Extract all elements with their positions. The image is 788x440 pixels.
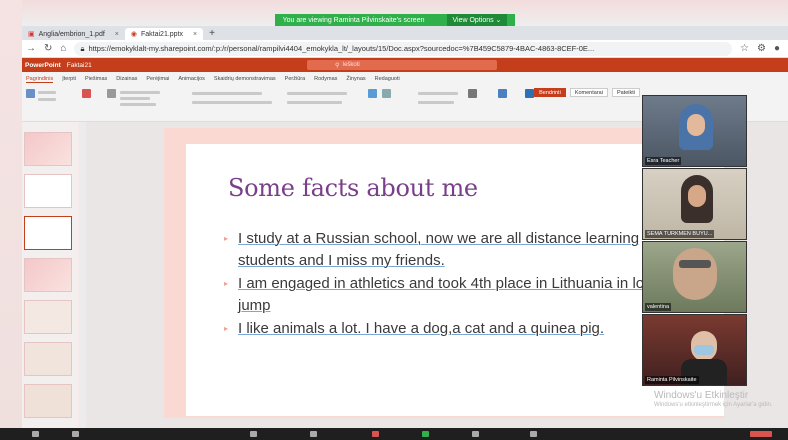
- watermark-subtitle: Windows'u etkinleştirmek için Ayarlar'a …: [654, 402, 773, 408]
- participants-icon[interactable]: [310, 431, 317, 437]
- view-options-button[interactable]: View Options ⌄: [446, 14, 508, 26]
- file-name[interactable]: Faktai21: [67, 62, 92, 69]
- find-icon[interactable]: [468, 89, 477, 98]
- zoom-share-banner: You are viewing Raminta Pilvinskaite's s…: [275, 14, 515, 26]
- video-icon[interactable]: [72, 431, 79, 437]
- tab-label: Faktai21.pptx: [140, 30, 184, 38]
- search-icon: ⚲: [335, 62, 340, 69]
- share-screen-icon[interactable]: [422, 431, 429, 437]
- lock-icon: 🔒︎: [80, 43, 85, 53]
- search-input[interactable]: ⚲ Ieškoti: [307, 60, 497, 70]
- slide-thumbnail[interactable]: [24, 300, 72, 334]
- tab-editing[interactable]: Redaguoti: [375, 76, 400, 82]
- new-tab-icon[interactable]: +: [209, 28, 215, 40]
- slide-thumbnail[interactable]: [24, 384, 72, 418]
- browser-tab-bar: ▣ Anglia/embrion_1.pdf × ◉ Faktai21.pptx…: [22, 26, 788, 40]
- browser-tab-active[interactable]: ◉ Faktai21.pptx ×: [124, 28, 204, 40]
- url-input[interactable]: 🔒︎ https://emokyklalt-my.sharepoint.com/…: [74, 41, 733, 56]
- forward-icon[interactable]: →: [26, 43, 36, 54]
- shapes-icon[interactable]: [368, 89, 377, 98]
- bullet-list[interactable]: I study at a Russian school, now we are …: [224, 228, 684, 341]
- profile-icon[interactable]: ●: [774, 43, 780, 54]
- tab-design[interactable]: Dizainas: [116, 76, 137, 82]
- reactions-icon[interactable]: [530, 431, 537, 437]
- participant-name: valentina: [645, 303, 672, 311]
- tab-help[interactable]: Žinynas: [346, 76, 365, 82]
- ppt-title-bar: PowerPoint Faktai21 ⚲ Ieškoti: [22, 58, 788, 72]
- participant-video[interactable]: Esra Teacher: [642, 95, 747, 167]
- slide-thumbnail-selected[interactable]: [24, 216, 72, 250]
- tab-insert[interactable]: Įterpti: [62, 76, 76, 82]
- participant-avatar: [673, 248, 717, 300]
- screen: You are viewing Raminta Pilvinskaite's s…: [0, 0, 788, 440]
- new-slide-icon[interactable]: [107, 89, 116, 98]
- mute-icon[interactable]: [32, 431, 39, 437]
- participant-video[interactable]: valentina: [642, 241, 747, 313]
- tab-slideshow[interactable]: Skaidrių demonstravimas: [214, 76, 276, 82]
- activation-watermark: Windows'u Etkinleştir Windows'u etkinleş…: [654, 390, 773, 408]
- tab-label: Anglia/embrion_1.pdf: [38, 30, 105, 38]
- bookmark-icon[interactable]: ☆: [740, 43, 749, 54]
- address-bar-row: → ↻ ⌂ 🔒︎ https://emokyklalt-my.sharepoin…: [22, 40, 788, 58]
- extensions-icon[interactable]: ⚙: [757, 43, 766, 54]
- participant-video[interactable]: Raminta Pilvinskaite: [642, 314, 747, 386]
- close-icon[interactable]: ×: [193, 31, 197, 38]
- present-button[interactable]: Pateikti: [611, 88, 640, 97]
- paste-icon[interactable]: [26, 89, 35, 98]
- pdf-icon: ▣: [28, 31, 35, 38]
- slide-canvas[interactable]: Some facts about me I study at a Russian…: [164, 128, 724, 418]
- security-icon[interactable]: [250, 431, 257, 437]
- search-placeholder: Ieškoti: [342, 62, 360, 68]
- ribbon-right-actions: Bendrinti Komentarai Pateikti: [534, 88, 640, 97]
- tab-animations[interactable]: Animacijos: [178, 76, 205, 82]
- slide-thumbnail[interactable]: [24, 174, 72, 208]
- slide-thumbnail-panel: [22, 122, 78, 440]
- bullet-item: I like animals a lot. I have a dog,a cat…: [224, 318, 684, 340]
- delete-icon[interactable]: [82, 89, 91, 98]
- record-icon[interactable]: [472, 431, 479, 437]
- participant-video[interactable]: SEMA TURKMEN BUYU...: [642, 168, 747, 240]
- participant-name: SEMA TURKMEN BUYU...: [645, 230, 715, 238]
- app-name[interactable]: PowerPoint: [25, 62, 61, 69]
- ribbon-tabs: Pagrindinis Įterpti Piešimas Dizainas Pe…: [22, 72, 788, 86]
- chat-icon[interactable]: [372, 431, 379, 437]
- end-meeting-icon[interactable]: [750, 431, 772, 437]
- background-left: [0, 0, 22, 428]
- tab-review[interactable]: Peržiūra: [285, 76, 305, 82]
- tab-draw[interactable]: Piešimas: [85, 76, 107, 82]
- url-text: https://emokyklalt-my.sharepoint.com/:p:…: [88, 44, 595, 53]
- bullet-item: I am engaged in athletics and took 4th p…: [224, 273, 684, 317]
- powerpoint-icon: ◉: [130, 31, 137, 38]
- tab-transitions[interactable]: Perėjimai: [146, 76, 169, 82]
- arrange-icon[interactable]: [382, 89, 391, 98]
- dictate-icon[interactable]: [498, 89, 507, 98]
- participant-name: Esra Teacher: [645, 157, 682, 165]
- participant-name: Raminta Pilvinskaite: [645, 376, 699, 384]
- slide-thumbnail[interactable]: [24, 132, 72, 166]
- browser-tab[interactable]: ▣ Anglia/embrion_1.pdf ×: [22, 28, 125, 40]
- watermark-title: Windows'u Etkinleştir: [654, 390, 749, 401]
- comments-button[interactable]: Komentarai: [569, 88, 608, 97]
- tab-view[interactable]: Rodymas: [314, 76, 337, 82]
- home-icon[interactable]: ⌂: [60, 43, 66, 54]
- tab-home[interactable]: Pagrindinis: [26, 76, 54, 83]
- slide-thumbnail[interactable]: [24, 342, 72, 376]
- thumbnail-scrollbar[interactable]: [79, 122, 86, 440]
- slide-title[interactable]: Some facts about me: [228, 174, 478, 202]
- slide-thumbnail[interactable]: [24, 258, 72, 292]
- banner-text: You are viewing Raminta Pilvinskaite's s…: [282, 16, 425, 24]
- zoom-toolbar: [0, 428, 788, 440]
- reload-icon[interactable]: ↻: [44, 43, 52, 54]
- share-button[interactable]: Bendrinti: [534, 88, 566, 97]
- designer-icon[interactable]: [525, 89, 534, 98]
- bullet-item: I study at a Russian school, now we are …: [224, 228, 684, 272]
- close-icon[interactable]: ×: [115, 31, 119, 38]
